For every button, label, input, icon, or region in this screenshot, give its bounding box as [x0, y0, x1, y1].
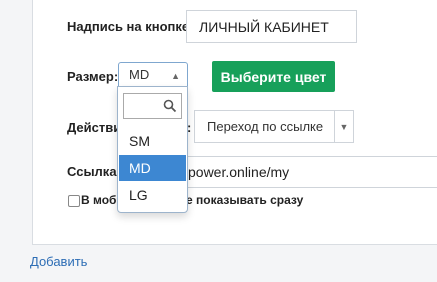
dropdown-search-input[interactable]	[123, 93, 182, 119]
action-select-value: Переход по ссылке	[207, 119, 324, 134]
button-text-input[interactable]: ЛИЧНЫЙ КАБИНЕТ	[186, 10, 357, 43]
dropdown-option-lg[interactable]: LG	[119, 182, 186, 208]
choose-color-button[interactable]: Выберите цвет	[212, 61, 335, 92]
size-label: Размер:	[67, 69, 119, 84]
action-label: Действи	[67, 120, 122, 135]
size-select-value: MD	[129, 67, 150, 82]
action-select[interactable]: Переход по ссылке ▼	[194, 110, 354, 143]
caret-up-icon: ▲	[171, 71, 180, 81]
add-link[interactable]: Добавить	[30, 254, 87, 269]
button-text-label: Надпись на кнопке:	[67, 19, 194, 34]
dropdown-option-sm[interactable]: SM	[119, 128, 186, 154]
link-input[interactable]: power.online/my	[175, 156, 437, 188]
mobile-checkbox[interactable]	[68, 195, 80, 207]
link-label: Ссылка:	[67, 164, 121, 179]
mobile-label-start: В моб	[81, 193, 117, 207]
chevron-down-icon: ▼	[334, 111, 353, 142]
search-icon	[163, 99, 177, 113]
size-select[interactable]: MD ▲	[118, 62, 188, 87]
dropdown-option-md[interactable]: MD	[119, 155, 186, 181]
mobile-label-end: е показывать сразу	[186, 193, 304, 207]
size-dropdown: SM MD LG	[117, 86, 188, 213]
